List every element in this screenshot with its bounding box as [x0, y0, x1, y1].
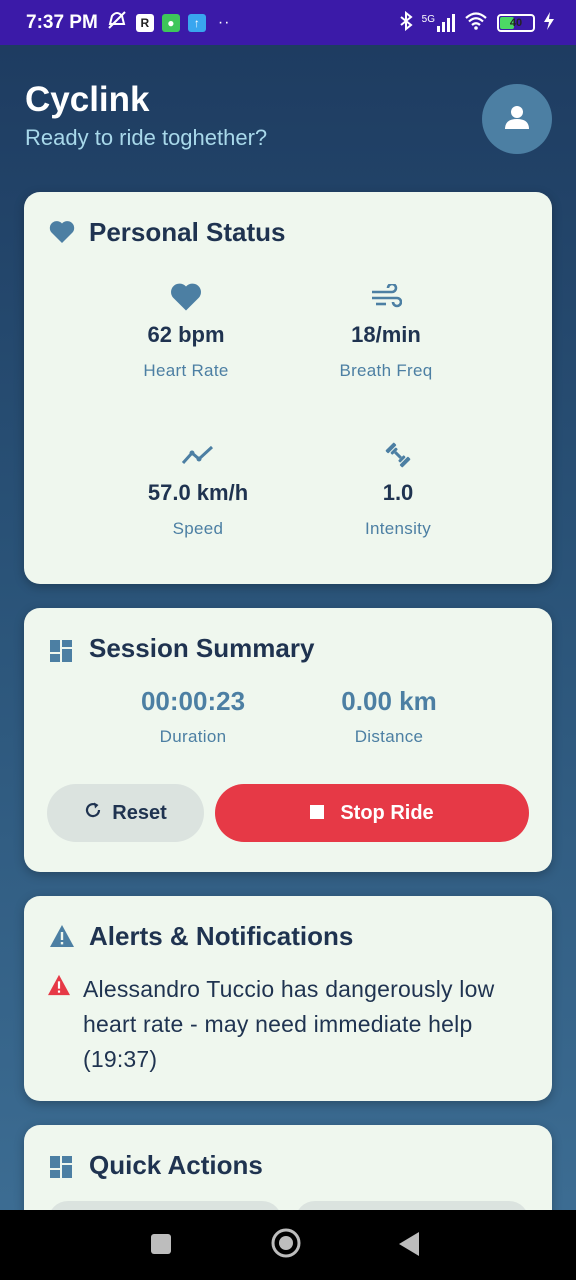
wind-icon	[286, 280, 486, 314]
metric-label: Breath Freq	[339, 361, 433, 380]
metric-heart-rate: 62 bpm Heart Rate	[86, 280, 286, 381]
signal-icon: 5G	[421, 13, 455, 32]
whatsapp-icon: ●	[161, 13, 180, 32]
duration-value: 00:00:23	[140, 686, 246, 716]
personal-status-title: Personal Status	[89, 217, 286, 247]
profile-button[interactable]	[482, 84, 552, 154]
distance-label: Distance	[354, 727, 424, 746]
alerts-card: Alerts & Notifications Alessandro Tuccio…	[24, 896, 552, 1101]
warning-icon	[49, 924, 75, 953]
alert-warning-icon	[47, 974, 71, 1001]
stop-ride-label: Stop Ride	[340, 801, 434, 824]
dashboard-icon	[49, 639, 73, 668]
metric-label: Intensity	[364, 519, 431, 538]
stop-icon	[310, 802, 325, 825]
metric-intensity: 1.0 Intensity	[298, 438, 498, 539]
duration-label: Duration	[159, 727, 227, 746]
wifi-icon	[464, 12, 488, 33]
quick-actions-title: Quick Actions	[89, 1150, 263, 1180]
more-notifications-icon: ··	[217, 13, 231, 31]
app-subtitle: Ready to ride toghether?	[25, 125, 268, 150]
home-button[interactable]	[270, 1227, 302, 1264]
battery-icon: 40	[497, 13, 535, 32]
alert-message: Alessandro Tuccio has dangerously low he…	[83, 976, 495, 1072]
metric-speed: 57.0 km/h Speed	[98, 438, 298, 539]
system-nav-bar	[0, 1210, 576, 1280]
metric-value: 62 bpm	[147, 322, 225, 347]
recents-button[interactable]	[150, 1233, 172, 1260]
reset-button[interactable]: Reset	[47, 784, 204, 842]
stop-ride-button[interactable]: Stop Ride	[215, 784, 529, 842]
metric-breath-freq: 18/min Breath Freq	[286, 280, 486, 381]
back-button[interactable]	[398, 1231, 420, 1262]
mute-icon	[106, 10, 128, 35]
session-summary-card: Session Summary 00:00:23 Duration 0.00 k…	[24, 608, 552, 872]
heart-icon	[86, 280, 286, 314]
upload-icon: ↑	[187, 13, 206, 32]
reset-label: Reset	[112, 801, 167, 824]
session-summary-title: Session Summary	[89, 633, 315, 663]
metric-label: Speed	[172, 519, 224, 538]
heart-icon	[49, 220, 75, 249]
distance-value: 0.00 km	[341, 686, 437, 716]
app-r-icon: R	[135, 13, 154, 32]
bluetooth-icon	[399, 10, 413, 34]
battery-level: 40	[509, 16, 523, 29]
user-icon	[504, 104, 530, 135]
personal-status-card: Personal Status 62 bpm Heart Rate 18/min…	[24, 192, 552, 584]
dumbbell-icon	[298, 438, 498, 472]
app-title: Cyclink	[25, 80, 150, 119]
charging-icon	[544, 12, 554, 33]
network-type: 5G	[421, 13, 435, 25]
dashboard-icon	[49, 1155, 73, 1184]
alerts-title: Alerts & Notifications	[89, 921, 354, 951]
metric-value: 57.0 km/h	[147, 480, 249, 505]
trend-icon	[98, 438, 298, 472]
metric-value: 1.0	[382, 480, 414, 505]
refresh-icon	[84, 801, 102, 825]
status-time: 7:37 PM	[26, 11, 98, 33]
status-bar: 7:37 PM R ● ↑ ·· 5G 40	[0, 0, 576, 45]
metric-label: Heart Rate	[143, 361, 229, 380]
metric-value: 18/min	[351, 322, 421, 347]
